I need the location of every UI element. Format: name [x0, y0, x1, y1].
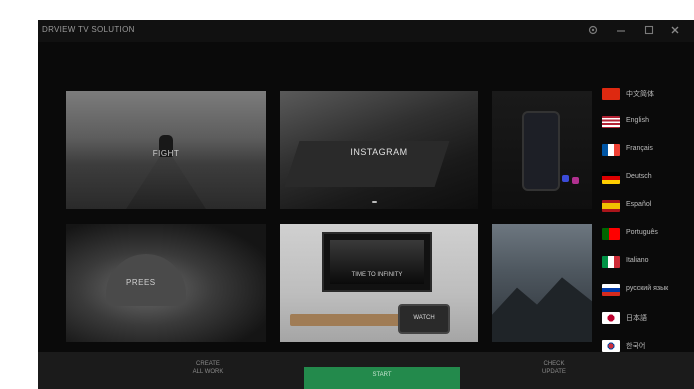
road-image — [126, 153, 206, 209]
feature-tile-prees[interactable]: PREES — [66, 224, 266, 342]
russia-flag-icon — [602, 284, 620, 296]
content-area: FIGHT INSTAGRAM PREES TIME TO INFINITY W… — [38, 42, 694, 352]
title-bar: DRVIEW TV SOLUTION — [38, 20, 694, 42]
language-label: русский язык — [626, 285, 669, 292]
create-button-sublabel: ALL WORK — [192, 369, 224, 375]
language-item-fr[interactable]: Français — [600, 140, 694, 160]
language-label: Italiano — [626, 257, 649, 264]
language-label: 한국어 — [626, 343, 646, 350]
phone-remote: WATCH — [398, 304, 450, 334]
bottom-action-bar: CREATE ALL WORK START CHECK UPDATE — [38, 352, 694, 389]
language-item-zh[interactable]: 中文简体 — [600, 84, 694, 104]
app-window: DRVIEW TV SOLUTION FIGHT INSTAGRAM PREES… — [38, 20, 694, 389]
language-label: Français — [626, 145, 653, 152]
language-item-it[interactable]: Italiano — [600, 252, 694, 272]
language-item-en[interactable]: English — [600, 112, 694, 132]
tv-image: TIME TO INFINITY — [322, 232, 432, 292]
check-update-label: CHECK — [543, 361, 565, 367]
tile-label: PREES — [126, 278, 156, 287]
language-label: 日本語 — [626, 315, 647, 322]
korea-flag-icon — [602, 340, 620, 352]
create-button-label: CREATE — [196, 361, 220, 367]
language-label: Deutsch — [626, 173, 652, 180]
close-icon[interactable] — [668, 23, 682, 37]
japan-flag-icon — [602, 312, 620, 324]
spain-flag-icon — [602, 200, 620, 212]
usa-flag-icon — [602, 116, 620, 128]
settings-icon[interactable] — [586, 23, 600, 37]
app-title: DRVIEW TV SOLUTION — [42, 25, 135, 34]
language-label: 中文简体 — [626, 91, 654, 98]
language-item-ru[interactable]: русский язык — [600, 280, 694, 300]
tv-screen: TIME TO INFINITY — [330, 240, 424, 284]
app-icon — [572, 177, 579, 184]
language-item-pt[interactable]: Português — [600, 224, 694, 244]
phone-image — [522, 111, 560, 191]
tv-caption: TIME TO INFINITY — [351, 272, 403, 278]
tile-label: INSTAGRAM — [350, 147, 408, 157]
language-item-ja[interactable]: 日本語 — [600, 308, 694, 328]
app-icon — [562, 175, 569, 182]
phone-label: WATCH — [413, 315, 435, 321]
start-button[interactable]: START — [304, 367, 460, 389]
tile-label: FIGHT — [152, 149, 180, 158]
feature-tile-mountains[interactable] — [492, 224, 592, 342]
feature-tile-living-room[interactable]: TIME TO INFINITY WATCH — [280, 224, 478, 342]
mountain-image — [492, 277, 592, 342]
language-item-es[interactable]: Español — [600, 196, 694, 216]
feature-tile-device[interactable] — [492, 91, 592, 209]
tv-stand — [290, 314, 400, 326]
start-button-label: START — [372, 372, 392, 378]
italy-flag-icon — [602, 256, 620, 268]
language-label: English — [626, 117, 649, 124]
check-update-button[interactable]: CHECK UPDATE — [504, 361, 604, 389]
feature-tile-fight[interactable]: FIGHT — [66, 91, 266, 209]
feature-tile-instagram[interactable]: INSTAGRAM — [280, 91, 478, 209]
create-button[interactable]: CREATE ALL WORK — [158, 361, 258, 389]
germany-flag-icon — [602, 172, 620, 184]
minimize-icon[interactable] — [614, 23, 628, 37]
china-flag-icon — [602, 88, 620, 100]
maximize-icon[interactable] — [642, 23, 656, 37]
check-update-sublabel: UPDATE — [542, 369, 566, 375]
language-item-de[interactable]: Deutsch — [600, 168, 694, 188]
portugal-flag-icon — [602, 228, 620, 240]
language-label: Español — [626, 201, 652, 208]
language-label: Português — [626, 229, 658, 236]
carousel-indicator — [372, 201, 377, 203]
france-flag-icon — [602, 144, 620, 156]
